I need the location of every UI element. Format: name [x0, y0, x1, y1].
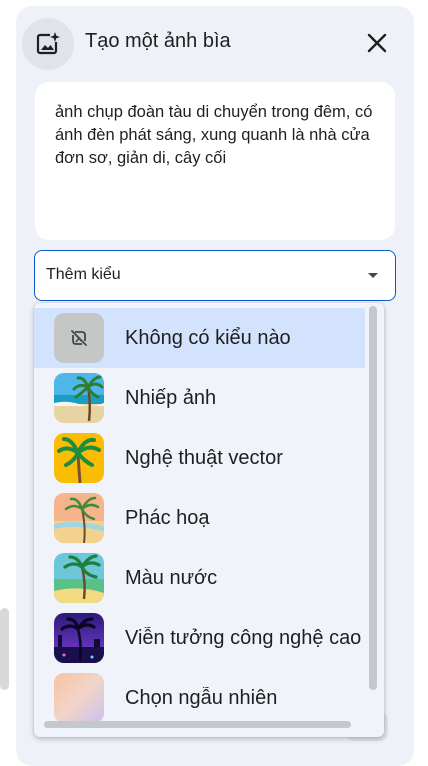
option-label: Nhiếp ảnh: [125, 387, 217, 409]
option-photography[interactable]: Nhiếp ảnh: [34, 368, 365, 428]
close-icon[interactable]: [367, 33, 387, 53]
option-label: Nghệ thuật vector: [125, 447, 283, 469]
random-thumbnail: [54, 673, 104, 723]
close-button[interactable]: [362, 28, 392, 58]
style-select[interactable]: Thêm kiểu: [34, 250, 396, 301]
image-sparkle-icon: [22, 18, 74, 70]
page-scrollbar[interactable]: [0, 608, 9, 690]
option-scifi[interactable]: Viễn tưởng công nghệ cao: [34, 608, 365, 668]
vector-thumbnail: [54, 433, 104, 483]
option-vector-art[interactable]: Nghệ thuật vector: [34, 428, 365, 488]
option-label: Viễn tưởng công nghệ cao: [125, 627, 362, 649]
option-label: Phác hoạ: [125, 507, 210, 529]
dropdown-vertical-scrollbar[interactable]: [369, 306, 377, 690]
style-dropdown-menu: Không có kiểu nào Nhiếp ảnh Nghệ thuật v…: [34, 303, 384, 737]
option-label: Không có kiểu nào: [125, 327, 291, 349]
option-label: Màu nước: [125, 567, 218, 589]
dropdown-arrow-icon: [368, 273, 378, 278]
option-watercolor[interactable]: Màu nước: [34, 548, 365, 608]
option-random[interactable]: Chọn ngẫu nhiên: [34, 668, 365, 728]
prompt-textarea[interactable]: ảnh chụp đoàn tàu di chuyển trong đêm, c…: [35, 82, 395, 240]
watercolor-thumbnail: [54, 553, 104, 603]
dialog-title: Tạo một ảnh bìa: [85, 30, 231, 52]
dropdown-horizontal-scrollbar[interactable]: [44, 721, 351, 728]
option-no-style[interactable]: Không có kiểu nào: [34, 308, 365, 368]
option-sketch[interactable]: Phác hoạ: [34, 488, 365, 548]
option-label: Chọn ngẫu nhiên: [125, 687, 278, 709]
scifi-thumbnail: [54, 613, 104, 663]
style-select-label: Thêm kiểu: [46, 266, 121, 283]
photo-thumbnail: [54, 373, 104, 423]
sketch-thumbnail: [54, 493, 104, 543]
no-style-icon: [54, 313, 104, 363]
